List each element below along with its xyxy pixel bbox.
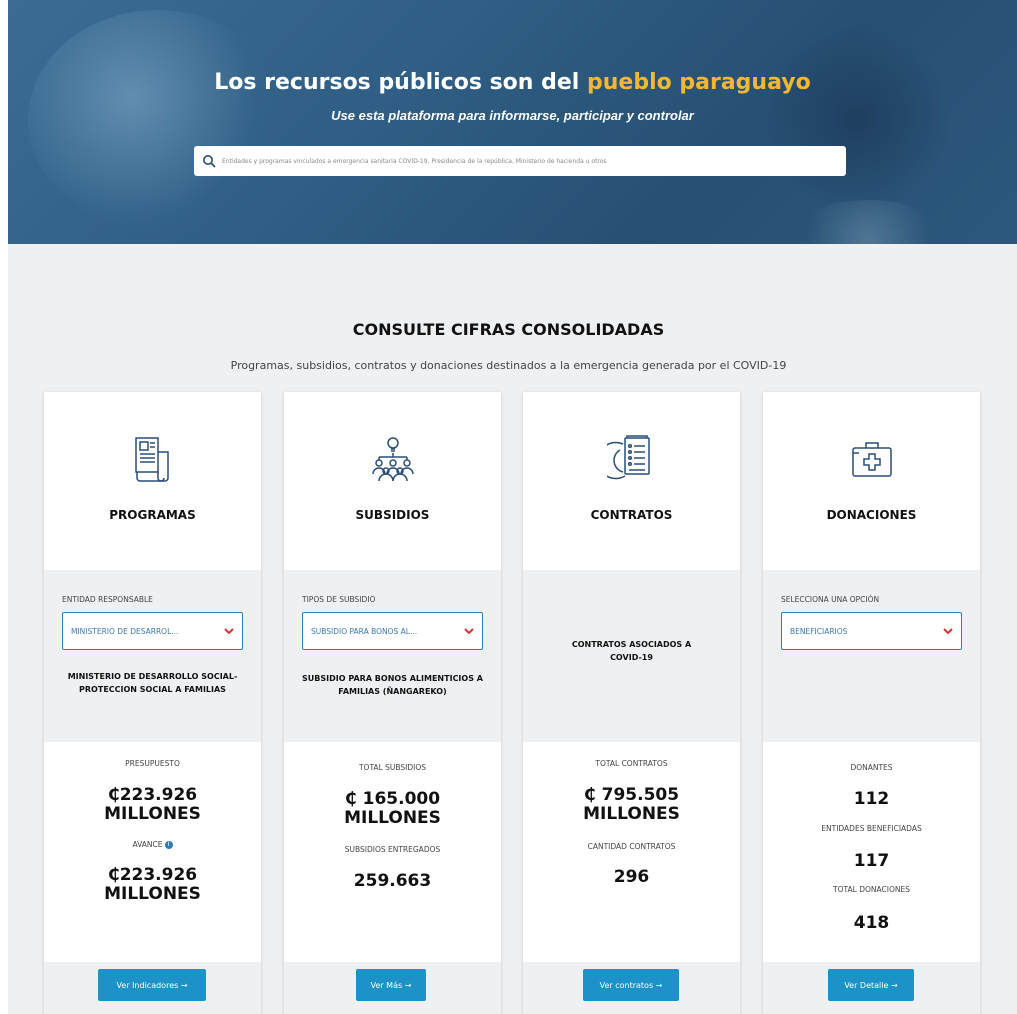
- card-header: CONTRATOS: [523, 392, 740, 570]
- stat-label: SUBSIDIOS ENTREGADOS: [344, 845, 441, 854]
- ver-mas-button[interactable]: Ver Más →: [356, 969, 426, 1001]
- subsidy-type-select[interactable]: SUBSIDIO PARA BONOS AL...: [302, 612, 483, 650]
- card-title: PROGRAMAS: [109, 508, 196, 522]
- search-input[interactable]: [222, 149, 846, 173]
- stat-label: TOTAL CONTRATOS: [595, 759, 668, 768]
- chevron-down-icon[interactable]: [464, 627, 474, 635]
- hero-subtitle: Use esta plataforma para informarse, par…: [331, 108, 694, 123]
- hero-title-highlight: pueblo paraguayo: [587, 70, 811, 95]
- ver-contratos-button[interactable]: Ver contratos →: [583, 969, 679, 1001]
- medical-kit-icon: [847, 434, 897, 484]
- hero-title-text: Los recursos públicos son del: [214, 70, 580, 95]
- stat-label: ENTIDADES BENEFICIADAS: [821, 824, 922, 833]
- ver-indicadores-button[interactable]: Ver Indicadores →: [98, 969, 206, 1001]
- stat-value: ₵ 795.505 MILLONES: [583, 785, 680, 824]
- select-value: BENEFICIARIOS: [790, 626, 848, 636]
- selection-description: SUBSIDIO PARA BONOS ALIMENTICIOS A FAMIL…: [302, 674, 483, 696]
- card-filter: TIPOS DE SUBSIDIO SUBSIDIO PARA BONOS AL…: [284, 570, 501, 742]
- card-filter: ENTIDAD RESPONSABLE MINISTERIO DE DESARR…: [44, 570, 261, 742]
- info-icon[interactable]: i: [164, 841, 173, 849]
- search-icon[interactable]: [202, 154, 216, 168]
- card-title: DONACIONES: [826, 508, 917, 522]
- select-value: SUBSIDIO PARA BONOS AL...: [311, 626, 418, 636]
- card-title: SUBSIDIOS: [355, 508, 430, 522]
- card-filter: SELECCIONA UNA OPCIÓN BENEFICIARIOS: [763, 570, 980, 742]
- card-title: CONTRATOS: [590, 508, 673, 522]
- card-programas: PROGRAMAS ENTIDAD RESPONSABLE MINISTERIO…: [44, 392, 261, 1014]
- select-value: MINISTERIO DE DESARROL...: [71, 626, 179, 636]
- select-label: ENTIDAD RESPONSABLE: [62, 595, 153, 604]
- section-title: CONSULTE CIFRAS CONSOLIDADAS: [352, 320, 665, 339]
- stat-label: DONANTES: [850, 763, 893, 772]
- stat-value: 296: [613, 867, 650, 887]
- card-donaciones: DONACIONES SELECCIONA UNA OPCIÓN BENEFIC…: [763, 392, 980, 1014]
- stat-value: 112: [853, 789, 890, 809]
- stat-value: ₵223.926 MILLONES: [104, 785, 201, 824]
- entity-select[interactable]: MINISTERIO DE DESARROL...: [62, 612, 243, 650]
- card-header: PROGRAMAS: [44, 392, 261, 570]
- chevron-down-icon[interactable]: [224, 627, 234, 635]
- search-bar[interactable]: [194, 146, 846, 176]
- hero-banner: Los recursos públicos son del pueblo par…: [8, 0, 1017, 244]
- card-header: SUBSIDIOS: [284, 392, 501, 570]
- stat-label: AVANCE: [132, 840, 163, 849]
- stat-value: 259.663: [353, 871, 432, 891]
- card-subsidios: SUBSIDIOS TIPOS DE SUBSIDIO SUBSIDIO PAR…: [284, 392, 501, 1014]
- option-select[interactable]: BENEFICIARIOS: [781, 612, 962, 650]
- stat-value: ₵ 165.000 MILLONES: [344, 789, 441, 828]
- people-idea-icon: [368, 434, 418, 484]
- newspaper-icon: [128, 434, 178, 484]
- card-header: DONACIONES: [763, 392, 980, 570]
- contract-document-icon: [596, 434, 657, 484]
- chevron-down-icon[interactable]: [943, 627, 953, 635]
- select-label: TIPOS DE SUBSIDIO: [302, 595, 376, 604]
- stat-label-avance: AVANCE i: [44, 840, 261, 849]
- card-contratos: CONTRATOS CONTRATOS ASOCIADOS A COVID-19…: [523, 392, 740, 1014]
- stat-value: ₵223.926 MILLONES: [104, 865, 201, 904]
- stat-label: TOTAL SUBSIDIOS: [358, 763, 427, 772]
- stat-value: 117: [853, 851, 890, 871]
- stat-label: PRESUPUESTO: [125, 759, 180, 768]
- stat-value: 418: [853, 913, 890, 933]
- section-subtitle: Programas, subsidios, contratos y donaci…: [230, 359, 787, 372]
- selection-description: CONTRATOS ASOCIADOS A COVID-19: [571, 640, 692, 662]
- ver-detalle-button[interactable]: Ver Detalle →: [828, 969, 914, 1001]
- card-filter: CONTRATOS ASOCIADOS A COVID-19: [523, 570, 740, 742]
- hero-title: Los recursos públicos son del pueblo par…: [8, 70, 1017, 95]
- stat-label: TOTAL DONACIONES: [833, 885, 910, 894]
- stat-label: CANTIDAD CONTRATOS: [587, 842, 676, 851]
- select-label: SELECCIONA UNA OPCIÓN: [781, 595, 880, 604]
- selection-description: MINISTERIO DE DESARROLLO SOCIAL-PROTECCI…: [67, 672, 238, 694]
